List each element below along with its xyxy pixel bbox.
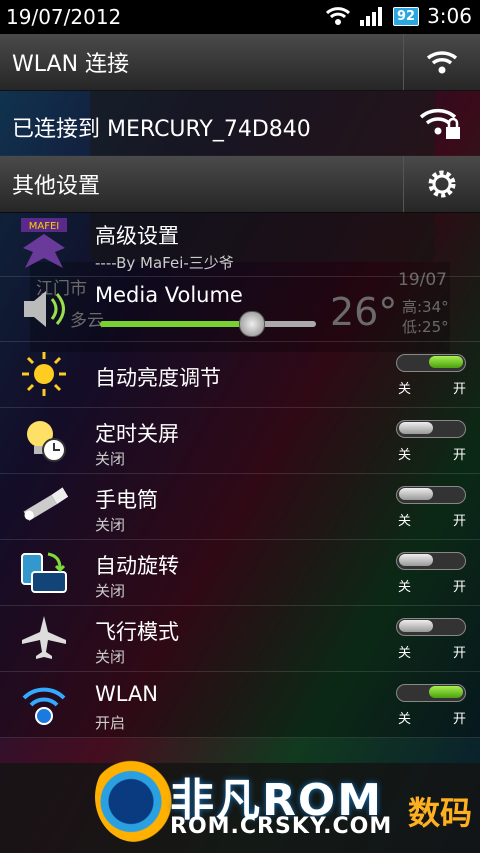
advanced-settings-row[interactable]: MAFEI 高级设置 ----By MaFei-三少爷: [0, 212, 480, 277]
toggle-knob: [399, 422, 433, 434]
toggle-knob: [429, 686, 463, 698]
toggle-off-label: 关: [398, 712, 412, 727]
wifi-icon: [426, 51, 458, 74]
toggle-off-label: 关: [398, 382, 412, 397]
setting-row[interactable]: 自动旋转关闭 关 开: [0, 540, 480, 606]
setting-toggle[interactable]: [396, 486, 466, 504]
toggle-off-label: 关: [398, 448, 412, 463]
toggle-knob: [399, 554, 433, 566]
setting-row[interactable]: 飞行模式关闭 关 开: [0, 606, 480, 672]
advanced-settings-subtitle: ----By MaFei-三少爷: [95, 254, 234, 272]
toggle-off-label: 关: [398, 646, 412, 661]
airplane-icon: [18, 612, 70, 664]
sun-icon: [18, 348, 70, 400]
wlan-header[interactable]: WLAN 连接: [0, 34, 480, 91]
setting-subtitle: 关闭: [95, 516, 126, 534]
wifi-status-icon: [325, 7, 351, 25]
advanced-settings-title: 高级设置: [95, 224, 179, 248]
signal-icon: [359, 7, 382, 26]
toggle-knob: [399, 488, 433, 500]
other-settings-header[interactable]: 其他设置: [0, 156, 480, 213]
toggle-on-label: 开: [452, 580, 466, 595]
media-volume-row: Media Volume: [0, 277, 480, 342]
flashlight-icon: [18, 480, 70, 532]
media-volume-fill: [100, 321, 252, 327]
wlan-connected-row[interactable]: 已连接到 MERCURY_74D840: [0, 91, 480, 155]
setting-toggle[interactable]: [396, 354, 466, 372]
media-volume-thumb[interactable]: [239, 311, 266, 337]
toggle-knob: [429, 356, 463, 368]
mafei-badge-text: MAFEI: [29, 221, 60, 232]
setting-row[interactable]: 手电筒关闭 关 开: [0, 474, 480, 540]
feifan-rom-logo-icon: [95, 752, 175, 842]
setting-subtitle: 开启: [95, 714, 126, 732]
toggle-on-label: 开: [452, 382, 466, 397]
status-time: 3:06: [427, 4, 472, 28]
media-volume-slider[interactable]: [100, 311, 316, 337]
setting-title: 手电筒: [95, 488, 158, 512]
wifi-lock-icon: [419, 109, 460, 139]
speaker-icon: [18, 283, 70, 335]
toggle-on-label: 开: [452, 712, 466, 727]
setting-subtitle: 关闭: [95, 648, 126, 666]
other-settings-button[interactable]: [403, 156, 480, 212]
watermark-url: ROM.CRSKY.COM: [170, 814, 393, 839]
wifi-icon: [18, 678, 70, 730]
toggle-knob: [399, 620, 433, 632]
setting-title: WLAN: [95, 682, 159, 706]
bulb-timer-icon: [18, 414, 70, 466]
toggle-off-label: 关: [398, 514, 412, 529]
media-volume-title: Media Volume: [95, 283, 243, 307]
setting-subtitle: 关闭: [95, 450, 126, 468]
toggle-off-label: 关: [398, 580, 412, 595]
rotate-icon: [18, 546, 70, 598]
gear-icon: [428, 170, 456, 198]
setting-title: 飞行模式: [95, 620, 179, 644]
toggle-on-label: 开: [452, 448, 466, 463]
setting-title: 自动亮度调节: [95, 366, 221, 390]
status-bar: 19/07/2012 92 3:06: [0, 0, 480, 34]
watermark-side: 数码: [408, 794, 473, 832]
setting-toggle[interactable]: [396, 618, 466, 636]
setting-subtitle: 关闭: [95, 582, 126, 600]
toggle-on-label: 开: [452, 646, 466, 661]
wlan-connected-label: 已连接到 MERCURY_74D840: [12, 117, 311, 142]
battery-icon: 92: [392, 6, 420, 26]
setting-row[interactable]: WLAN 开启 关 开: [0, 672, 480, 738]
setting-row[interactable]: 定时关屏关闭 关 开: [0, 408, 480, 474]
status-date: 19/07/2012: [6, 5, 122, 29]
setting-title: 自动旋转: [95, 554, 179, 578]
wlan-settings-button[interactable]: [403, 34, 480, 90]
toggle-on-label: 开: [452, 514, 466, 529]
mafei-logo-icon: MAFEI: [18, 218, 70, 270]
setting-row[interactable]: 自动亮度调节关 开: [0, 342, 480, 408]
other-settings-label: 其他设置: [12, 174, 101, 199]
setting-toggle[interactable]: [396, 684, 466, 702]
setting-toggle[interactable]: [396, 552, 466, 570]
setting-toggle[interactable]: [396, 420, 466, 438]
setting-title: 定时关屏: [95, 422, 179, 446]
wlan-header-label: WLAN 连接: [12, 52, 130, 77]
